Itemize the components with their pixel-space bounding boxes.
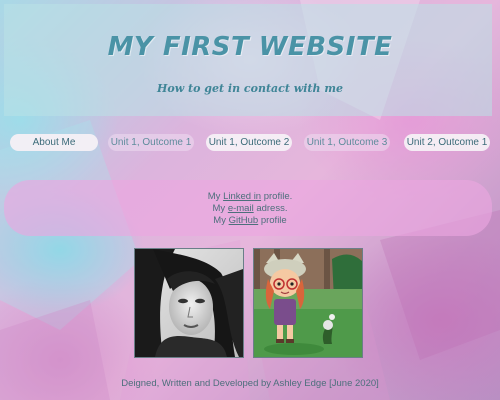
nav-about-me[interactable]: About Me: [10, 134, 98, 151]
email-prefix: My: [212, 203, 228, 214]
contact-links: My Linked in profile. My e-mail adress. …: [0, 191, 500, 227]
email-link[interactable]: e-mail: [228, 203, 254, 214]
linkedin-link[interactable]: Linked in: [223, 191, 261, 202]
linkedin-prefix: My: [207, 191, 224, 202]
email-line: My e-mail adress.: [0, 203, 500, 215]
email-suffix: adress.: [253, 203, 288, 214]
nav-unit2-outcome1[interactable]: Unit 2, Outcome 1: [404, 134, 490, 151]
github-line: My GitHub profile: [0, 215, 500, 227]
site-title: MY FIRST WEBSITE: [107, 32, 393, 62]
github-prefix: My: [213, 215, 229, 226]
github-link[interactable]: GitHub: [229, 215, 259, 226]
site-subtitle: How to get in contact with me: [157, 82, 343, 95]
nav-unit1-outcome1[interactable]: Unit 1, Outcome 1: [108, 134, 194, 151]
portrait-photo: [134, 248, 244, 358]
main-nav: About Me Unit 1, Outcome 1 Unit 1, Outco…: [0, 134, 500, 152]
linkedin-suffix: profile.: [261, 191, 293, 202]
github-suffix: profile: [258, 215, 287, 226]
linkedin-line: My Linked in profile.: [0, 191, 500, 203]
game-avatar-photo: [253, 248, 363, 358]
nav-unit1-outcome2[interactable]: Unit 1, Outcome 2: [206, 134, 292, 151]
footer-credit: Deigned, Written and Developed by Ashley…: [121, 378, 379, 389]
nav-unit1-outcome3[interactable]: Unit 1, Outcome 3: [304, 134, 390, 151]
